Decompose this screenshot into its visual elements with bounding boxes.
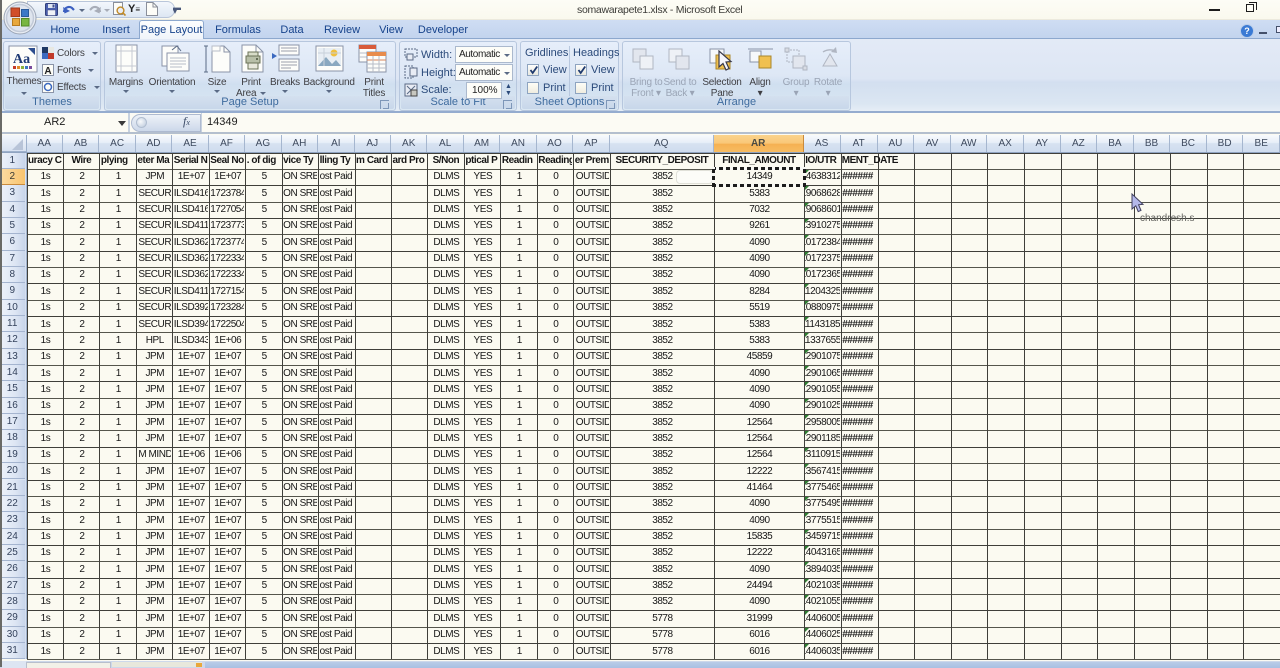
svg-text:?: ? (1244, 26, 1250, 36)
svg-text:A: A (44, 66, 51, 76)
svg-text:Aa: Aa (13, 52, 30, 67)
